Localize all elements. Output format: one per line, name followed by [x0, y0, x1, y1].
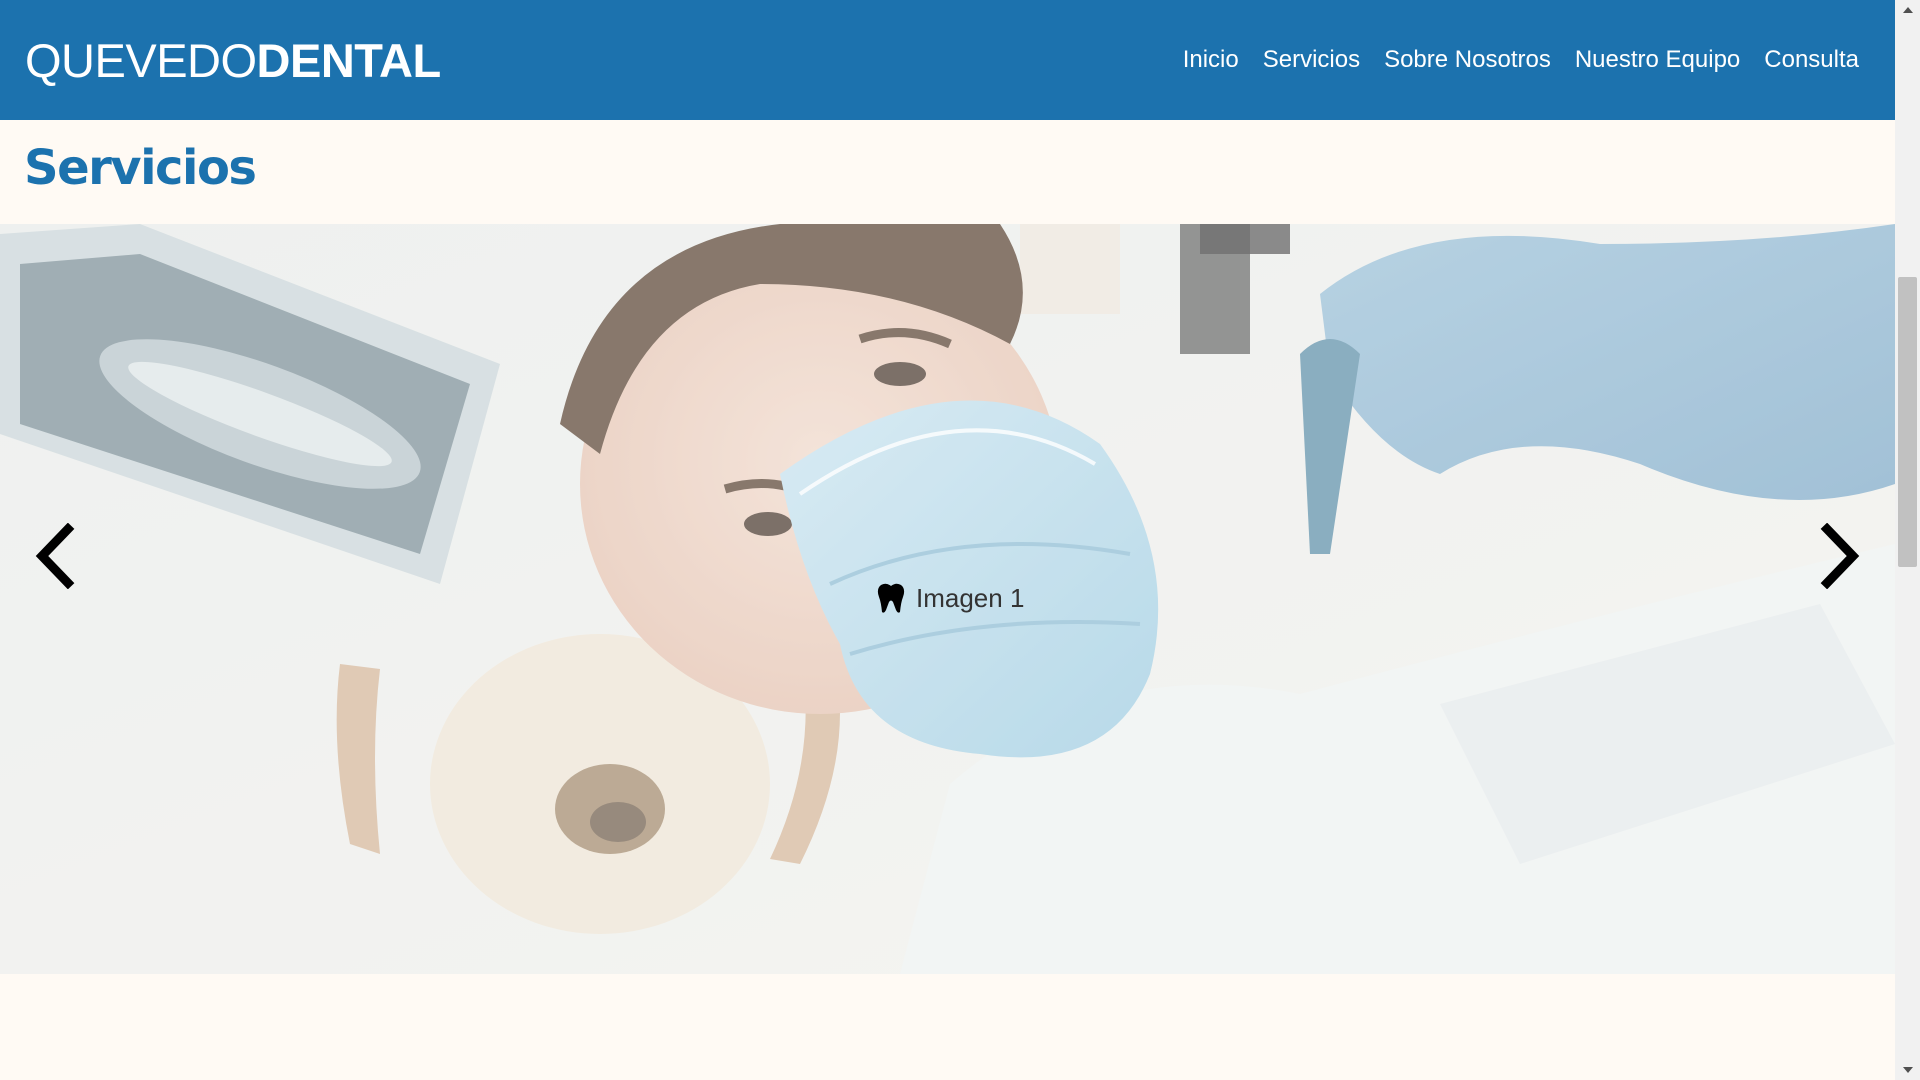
carousel-prev-button[interactable]	[26, 516, 82, 596]
carousel-next-button[interactable]	[1813, 516, 1869, 596]
nav-link-nuestro-equipo[interactable]: Nuestro Equipo	[1575, 46, 1740, 74]
chevron-left-icon	[35, 523, 75, 589]
nav-link-servicios[interactable]: Servicios	[1263, 46, 1360, 74]
logo-text-light: QUEVEDO	[25, 33, 257, 87]
chevron-right-icon	[1820, 523, 1860, 589]
logo-text-bold: DENTAL	[256, 33, 442, 87]
section-title: Servicios	[24, 140, 257, 196]
caret-down-icon	[1902, 1067, 1913, 1073]
main-nav: Inicio Servicios Sobre Nosotros Nuestro …	[1183, 46, 1859, 74]
scroll-up-button[interactable]	[1895, 0, 1920, 20]
page: QUEVEDO DENTAL Inicio Servicios Sobre Nos…	[0, 0, 1895, 1080]
carousel-caption-text: Imagen 1	[916, 582, 1025, 613]
scrollbar-thumb[interactable]	[1898, 277, 1917, 567]
carousel-caption: Imagen 1	[876, 582, 1024, 614]
image-carousel[interactable]: Imagen 1	[0, 224, 1895, 974]
site-logo[interactable]: QUEVEDO DENTAL	[25, 33, 441, 88]
vertical-scrollbar[interactable]	[1895, 0, 1920, 1080]
tooth-icon	[877, 583, 905, 613]
nav-link-inicio[interactable]: Inicio	[1183, 46, 1239, 74]
caret-up-icon	[1902, 7, 1913, 13]
nav-link-consulta[interactable]: Consulta	[1764, 46, 1859, 74]
scroll-down-button[interactable]	[1895, 1060, 1920, 1080]
top-navbar: QUEVEDO DENTAL Inicio Servicios Sobre Nos…	[0, 0, 1895, 120]
nav-link-sobre-nosotros[interactable]: Sobre Nosotros	[1384, 46, 1551, 74]
